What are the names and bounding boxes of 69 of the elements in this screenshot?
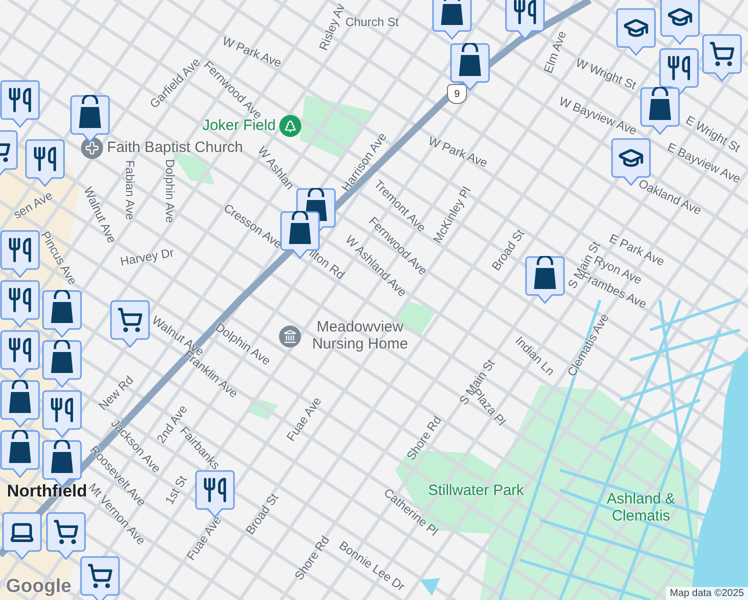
map-marker[interactable] [702, 34, 742, 82]
map-marker[interactable] [42, 390, 82, 438]
cross-icon [81, 137, 104, 159]
graduation-cap-icon [620, 150, 642, 166]
fork-knife-icon [515, 1, 535, 23]
fork-knife-icon [10, 339, 30, 361]
map-marker[interactable] [505, 0, 545, 40]
map-marker[interactable] [616, 8, 656, 56]
shopping-cart-icon [89, 565, 111, 587]
street-label: Fabian Ave [124, 160, 136, 220]
street-label: Dolphin Ave [164, 159, 176, 223]
map-marker[interactable] [70, 95, 110, 143]
fork-knife-icon [10, 89, 30, 111]
shopping-bag-icon [441, 0, 463, 25]
street-label: Harvey Dr [119, 246, 175, 268]
street-label: Church St [345, 16, 399, 28]
map-marker[interactable] [659, 48, 699, 96]
fork-knife-icon [10, 289, 30, 311]
park-area [248, 397, 278, 420]
shopping-bag-icon [51, 290, 73, 323]
shopping-bag-icon [534, 256, 556, 289]
shopping-bag-icon [9, 430, 31, 463]
place-label: Faith Baptist Church [107, 140, 243, 156]
map-logo: Google [6, 576, 72, 598]
shopping-bag-icon [289, 211, 311, 244]
graduation-cap-icon [625, 20, 647, 36]
street-label: 1st St [163, 474, 189, 506]
map-marker[interactable] [42, 290, 82, 338]
place-label: Ashland & Clematis [606, 492, 676, 524]
map-marker[interactable] [660, 0, 700, 45]
shopping-bag-icon [51, 440, 73, 473]
pond [420, 578, 440, 596]
route-shield: 9 [447, 84, 467, 104]
shopping-cart-icon [711, 43, 733, 65]
map-marker[interactable] [450, 43, 490, 91]
map-marker[interactable] [42, 340, 82, 388]
fork-knife-icon [205, 479, 225, 501]
place-label: Meadowview Nursing Home [311, 320, 409, 352]
street-label: ilton Rd [307, 246, 347, 282]
fork-knife-icon [669, 57, 689, 79]
town-label: Northfield [6, 482, 88, 502]
shopping-cart-icon [119, 309, 141, 331]
shopping-cart-icon [55, 521, 77, 543]
map-marker[interactable] [640, 87, 680, 135]
map-marker[interactable] [432, 0, 472, 40]
fork-knife-icon [35, 148, 55, 170]
street-label: Elm Ave [542, 29, 568, 75]
map-marker[interactable] [0, 80, 40, 128]
graduation-cap-icon [669, 9, 691, 25]
shopping-bag-icon [79, 95, 101, 128]
street-label: W Park Ave [426, 134, 490, 170]
street-label: sen Ave [12, 189, 54, 221]
shopping-bag-icon [459, 43, 481, 76]
attribution-text: Map data ©2025 [666, 587, 748, 600]
map-marker[interactable] [80, 556, 120, 600]
place-label: Joker Field [202, 118, 276, 134]
street-label: W Park Ave [220, 34, 284, 70]
shopping-bag-icon [9, 380, 31, 413]
fork-knife-icon [52, 399, 72, 421]
shopping-bag-icon [51, 340, 73, 373]
building-icon [279, 325, 301, 347]
tree-icon [280, 115, 302, 137]
fork-knife-icon [10, 239, 30, 261]
map-marker[interactable] [525, 256, 565, 304]
place-label: Stillwater Park [428, 482, 524, 500]
map-marker[interactable] [195, 470, 235, 518]
map-marker[interactable] [110, 300, 150, 348]
laptop-icon [12, 524, 32, 541]
shopping-bag-icon [649, 87, 671, 120]
